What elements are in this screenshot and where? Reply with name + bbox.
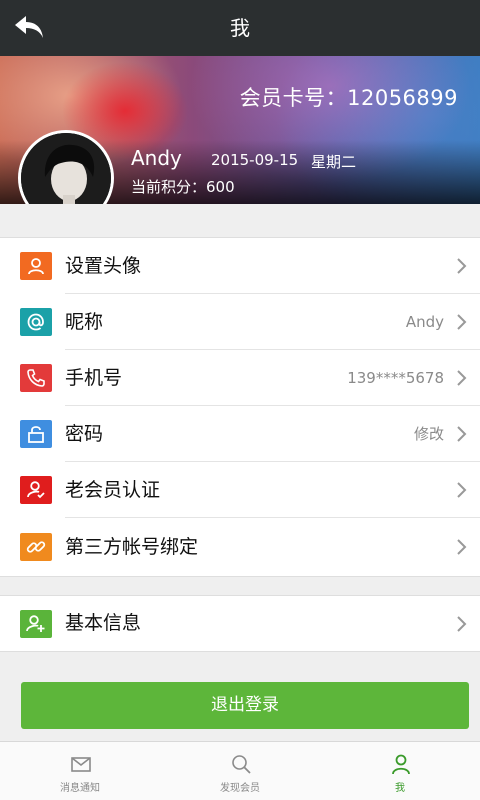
chevron-right-icon xyxy=(457,370,467,386)
chevron-right-icon xyxy=(457,258,467,274)
nav-item-notifications[interactable]: 消息通知 xyxy=(0,742,160,800)
menu-item-nickname[interactable]: 昵称 Andy xyxy=(0,294,480,350)
nav-item-me[interactable]: 我 xyxy=(320,742,480,800)
menu-item-basic-info[interactable]: 基本信息 xyxy=(0,596,480,651)
search-icon xyxy=(232,755,251,774)
menu-label: 第三方帐号绑定 xyxy=(65,536,199,558)
account-settings-group: 设置头像 昵称 Andy 手机号 139****5678 密码 修改 老会员认证 xyxy=(0,237,480,577)
weekday: 星期二 xyxy=(311,153,357,171)
logout-button[interactable]: 退出登录 xyxy=(21,682,469,729)
menu-item-set-avatar[interactable]: 设置头像 xyxy=(0,238,480,294)
menu-value: Andy xyxy=(405,313,444,331)
menu-label: 手机号 xyxy=(65,367,123,389)
avatar-image xyxy=(21,133,111,204)
user-icon xyxy=(20,252,52,280)
menu-value: 139****5678 xyxy=(347,369,444,387)
nav-label: 消息通知 xyxy=(60,783,100,794)
menu-label: 密码 xyxy=(65,423,104,445)
nav-item-discover[interactable]: 发现会员 xyxy=(160,742,320,800)
lock-icon xyxy=(20,420,52,448)
menu-item-password[interactable]: 密码 修改 xyxy=(0,406,480,462)
user-add-icon xyxy=(20,610,52,638)
page-title: 我 xyxy=(230,16,250,40)
menu-label: 昵称 xyxy=(65,311,104,333)
basic-info-group: 基本信息 xyxy=(0,595,480,652)
link-icon xyxy=(20,533,52,561)
chevron-right-icon xyxy=(457,314,467,330)
nav-label: 我 xyxy=(395,783,405,794)
profile-banner: 会员卡号：12056899 Andy 2015-09-15 星期二 当前积分：6… xyxy=(0,56,480,204)
points-label: 当前积分：600 xyxy=(131,178,235,196)
chevron-right-icon xyxy=(457,616,467,632)
chevron-right-icon xyxy=(457,426,467,442)
chevron-right-icon xyxy=(457,539,467,555)
menu-label: 基本信息 xyxy=(65,612,142,634)
menu-item-third-party-binding[interactable]: 第三方帐号绑定 xyxy=(0,518,480,576)
at-icon xyxy=(20,308,52,336)
menu-label: 老会员认证 xyxy=(65,479,161,501)
nav-label: 发现会员 xyxy=(220,783,260,794)
chevron-right-icon xyxy=(457,482,467,498)
top-bar: 我 xyxy=(0,0,480,56)
person-icon xyxy=(392,754,410,775)
user-check-icon xyxy=(20,476,52,504)
bottom-nav: 消息通知 发现会员 我 xyxy=(0,741,480,800)
member-card-number: 会员卡号：12056899 xyxy=(239,86,458,110)
menu-item-phone[interactable]: 手机号 139****5678 xyxy=(0,350,480,406)
join-date: 2015-09-15 xyxy=(211,151,299,169)
phone-icon xyxy=(20,364,52,392)
mail-icon xyxy=(71,757,91,772)
member-name: Andy xyxy=(131,146,182,170)
menu-item-old-member-verify[interactable]: 老会员认证 xyxy=(0,462,480,518)
menu-value: 修改 xyxy=(413,425,444,443)
menu-label: 设置头像 xyxy=(65,255,142,277)
